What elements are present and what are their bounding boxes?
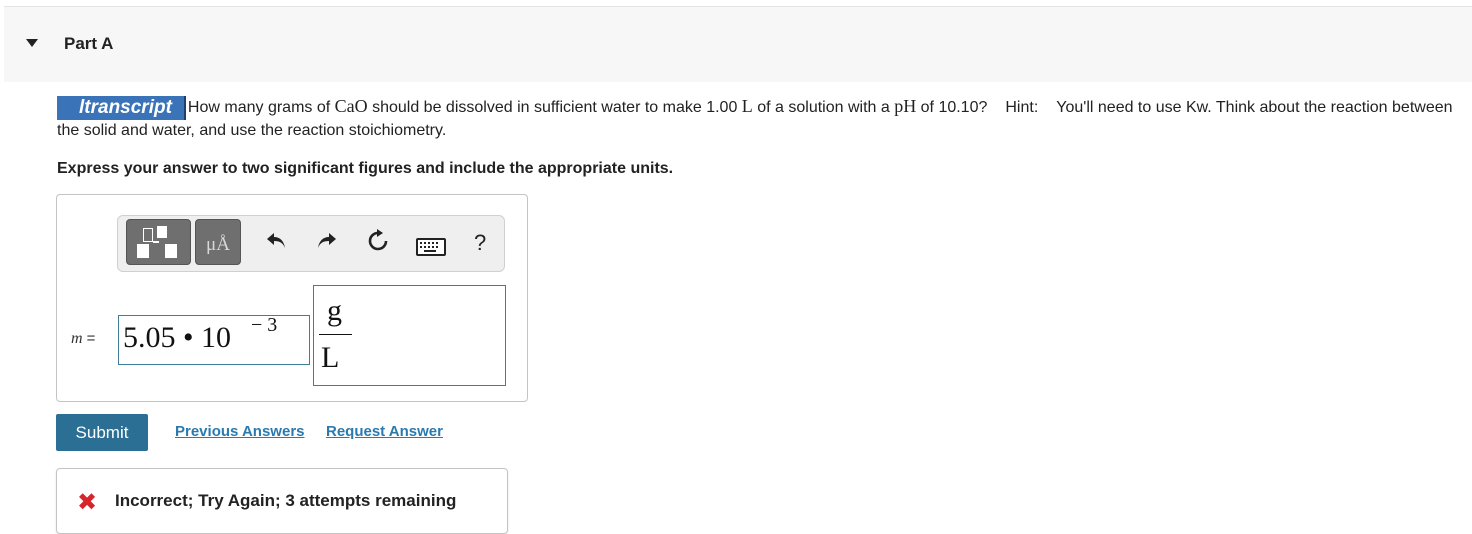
help-button[interactable]: ? <box>474 230 486 256</box>
unit-numerator: g <box>327 294 342 327</box>
question-text-3: of a solution with a <box>752 99 895 116</box>
part-header[interactable]: Part A <box>4 6 1472 82</box>
redo-icon[interactable] <box>314 228 340 254</box>
feedback-box: ✖ Incorrect; Try Again; 3 attempts remai… <box>56 468 508 534</box>
reset-icon[interactable] <box>365 228 391 254</box>
keyboard-icon[interactable] <box>416 238 446 256</box>
feedback-message: Incorrect; Try Again; 3 attempts remaini… <box>115 491 457 510</box>
math-toolbar: μÅ ? <box>117 215 505 272</box>
unit-liter: L <box>741 96 753 116</box>
answer-instruction: Express your answer to two significant f… <box>57 160 674 177</box>
caret-down-icon[interactable] <box>26 39 38 47</box>
answer-box: μÅ ? m = 5.05 • 10 − 3 g L <box>56 194 528 402</box>
variable-name: m <box>71 330 83 347</box>
undo-icon[interactable] <box>263 228 289 254</box>
value-input[interactable]: 5.05 • 10 − 3 <box>118 314 310 365</box>
value-exponent: − 3 <box>251 314 278 336</box>
unit-denominator: L <box>321 341 340 374</box>
question-text-1: How many grams of <box>187 99 335 116</box>
templates-button[interactable] <box>126 219 191 265</box>
equals-sign: = <box>86 330 96 347</box>
previous-answers-link[interactable]: Previous Answers <box>175 423 305 440</box>
units-input[interactable]: g L <box>313 285 506 386</box>
hint-label: Hint: <box>1005 99 1039 116</box>
chem-formula: CaO <box>334 96 368 116</box>
units-glyph: μÅ <box>206 234 230 255</box>
question-text-2: should be dissolved in sufficient water … <box>367 99 742 116</box>
ph-symbol: pH <box>894 96 917 116</box>
variable-label: m = <box>71 330 95 348</box>
transcript-logo: ltranscript <box>57 96 186 120</box>
question-text-4: of 10.10? <box>916 99 988 116</box>
submit-button[interactable]: Submit <box>56 414 148 451</box>
incorrect-x-icon: ✖ <box>77 489 98 516</box>
request-answer-link[interactable]: Request Answer <box>326 423 443 440</box>
units-button[interactable]: μÅ <box>195 219 241 265</box>
part-title: Part A <box>64 34 114 53</box>
question-text: ltranscript How many grams of CaO should … <box>57 96 1462 141</box>
value-text: 5.05 • 10 <box>123 321 232 354</box>
fraction-bar <box>319 334 352 335</box>
